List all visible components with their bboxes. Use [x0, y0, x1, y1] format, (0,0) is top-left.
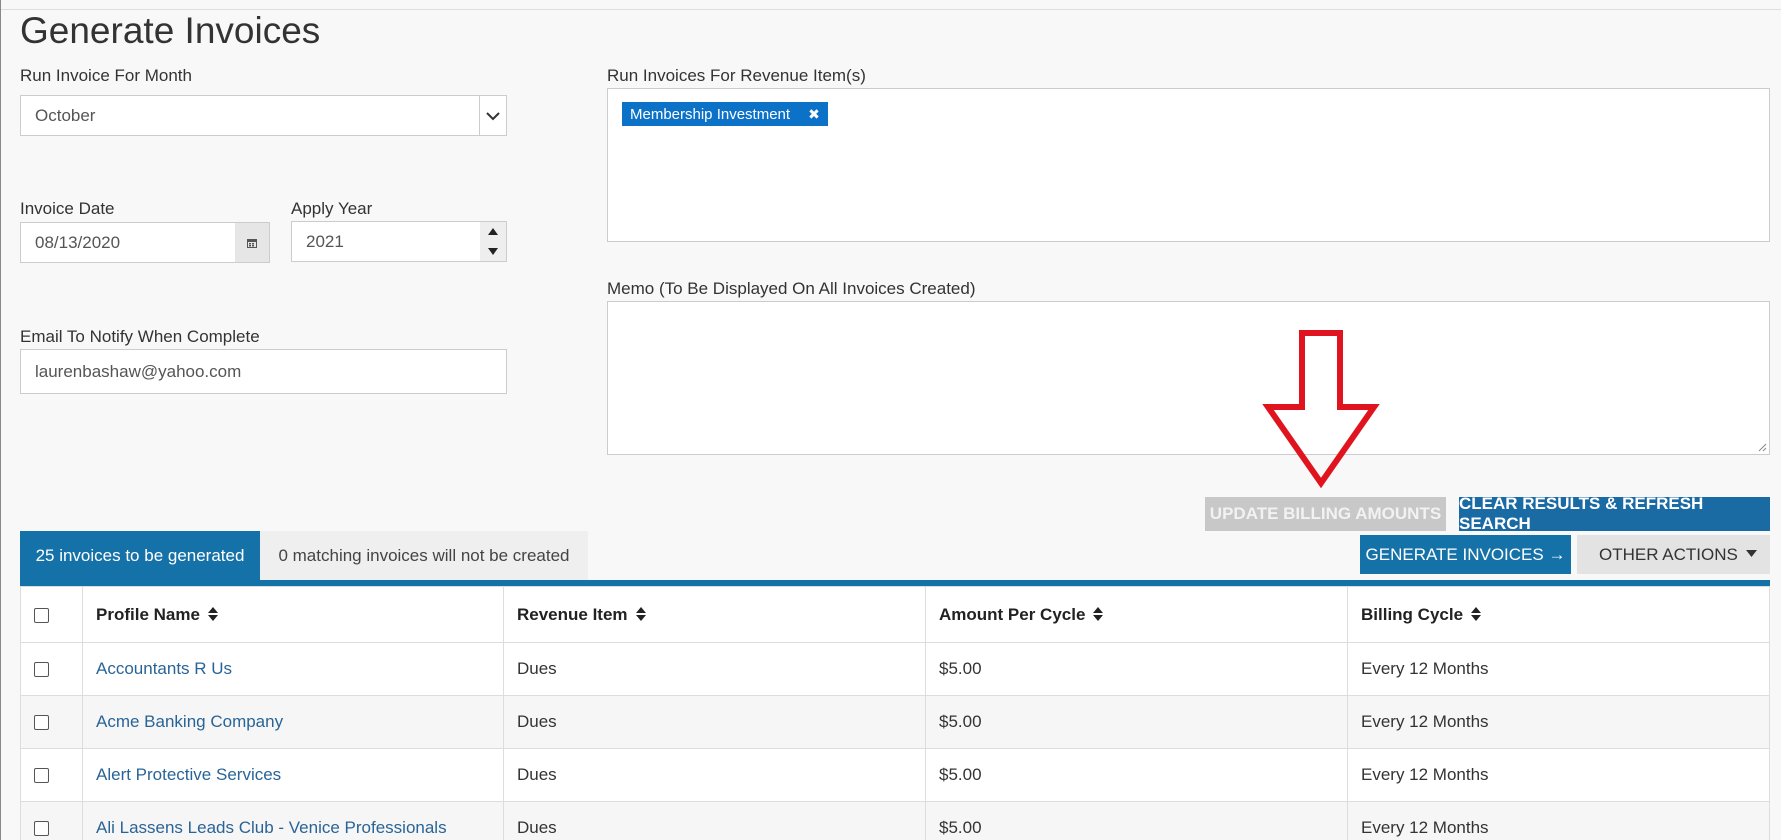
column-label: Billing Cycle — [1361, 604, 1464, 624]
revenue-cell: Dues — [503, 801, 926, 840]
profile-cell: Accountants R Us — [82, 642, 504, 696]
month-label: Run Invoice For Month — [20, 66, 192, 85]
table-row: Acme Banking Company Dues $5.00 Every 12… — [20, 695, 1770, 749]
amount-cell: $5.00 — [925, 695, 1348, 749]
sort-icon[interactable] — [207, 606, 218, 624]
tab-to-be-generated[interactable]: 25 invoices to be generated — [20, 531, 260, 581]
email-input[interactable]: laurenbashaw@yahoo.com — [20, 349, 507, 394]
profile-link[interactable]: Acme Banking Company — [96, 712, 283, 731]
invoice-date-label: Invoice Date — [20, 199, 115, 218]
revenue-items-field[interactable]: Membership Investment ✖ — [607, 88, 1770, 242]
select-all-cell — [20, 586, 83, 643]
generate-invoices-button[interactable]: GENERATE INVOICES → — [1360, 535, 1571, 574]
row-select-cell — [20, 748, 83, 802]
other-actions-button[interactable]: OTHER ACTIONS — [1577, 535, 1770, 574]
spinner-up-icon[interactable] — [488, 228, 498, 236]
month-value: October — [35, 105, 96, 125]
left-border — [0, 0, 1, 840]
table-row: Accountants R Us Dues $5.00 Every 12 Mon… — [20, 642, 1770, 696]
select-all-checkbox[interactable] — [34, 607, 49, 623]
chip-label: Membership Investment — [630, 105, 791, 123]
invoices-table: Profile Name Revenue Item Amount Per Cyc… — [20, 586, 1770, 840]
profile-cell: Alert Protective Services — [82, 748, 504, 802]
revenue-cell: Dues — [503, 642, 926, 696]
tab-not-created[interactable]: 0 matching invoices will not be created — [260, 531, 588, 581]
table-row: Alert Protective Services Dues $5.00 Eve… — [20, 748, 1770, 802]
caret-down-icon — [1746, 550, 1757, 557]
spinner-down-icon[interactable] — [488, 247, 498, 255]
cycle-cell: Every 12 Months — [1347, 642, 1770, 696]
other-actions-label: OTHER ACTIONS — [1599, 544, 1738, 564]
remove-icon[interactable]: ✖ — [808, 106, 820, 123]
column-label: Revenue Item — [517, 604, 628, 624]
profile-cell: Acme Banking Company — [82, 695, 504, 749]
column-header-cycle[interactable]: Billing Cycle — [1347, 586, 1770, 643]
column-header-profile[interactable]: Profile Name — [82, 586, 504, 643]
column-header-amount[interactable]: Amount Per Cycle — [925, 586, 1348, 643]
month-select[interactable]: October — [20, 95, 507, 136]
year-spinner[interactable] — [480, 222, 506, 261]
table-header-row: Profile Name Revenue Item Amount Per Cyc… — [20, 586, 1770, 643]
calendar-icon[interactable] — [235, 222, 270, 263]
cycle-cell: Every 12 Months — [1347, 801, 1770, 840]
amount-cell: $5.00 — [925, 748, 1348, 802]
column-label: Profile Name — [96, 604, 200, 624]
resize-handle-icon[interactable] — [1757, 442, 1767, 452]
revenue-item-chip: Membership Investment ✖ — [622, 102, 828, 126]
apply-year-value: 2021 — [306, 231, 344, 251]
email-label: Email To Notify When Complete — [20, 327, 260, 346]
row-checkbox[interactable] — [34, 821, 49, 837]
sort-icon[interactable] — [635, 606, 646, 624]
cycle-cell: Every 12 Months — [1347, 748, 1770, 802]
amount-cell: $5.00 — [925, 642, 1348, 696]
row-select-cell — [20, 695, 83, 749]
chevron-down-icon[interactable] — [479, 96, 506, 135]
revenue-cell: Dues — [503, 748, 926, 802]
row-select-cell — [20, 642, 83, 696]
row-checkbox[interactable] — [34, 662, 49, 678]
arrow-down-annotation — [1262, 330, 1380, 488]
email-value: laurenbashaw@yahoo.com — [35, 361, 242, 381]
column-header-revenue[interactable]: Revenue Item — [503, 586, 926, 643]
revenue-cell: Dues — [503, 695, 926, 749]
profile-link[interactable]: Accountants R Us — [96, 659, 232, 678]
update-billing-amounts-button[interactable]: UPDATE BILLING AMOUNTS — [1205, 497, 1446, 531]
invoice-date-value: 08/13/2020 — [35, 232, 121, 252]
memo-textarea[interactable] — [607, 301, 1770, 455]
row-checkbox[interactable] — [34, 715, 49, 731]
invoice-date-input[interactable]: 08/13/2020 — [20, 222, 236, 263]
profile-link[interactable]: Ali Lassens Leads Club - Venice Professi… — [96, 818, 447, 837]
sort-icon[interactable] — [1471, 606, 1482, 624]
apply-year-input[interactable]: 2021 — [291, 221, 507, 262]
memo-label: Memo (To Be Displayed On All Invoices Cr… — [607, 279, 976, 298]
top-border — [0, 0, 1781, 10]
row-checkbox[interactable] — [34, 768, 49, 784]
profile-cell: Ali Lassens Leads Club - Venice Professi… — [82, 801, 504, 840]
profile-link[interactable]: Alert Protective Services — [96, 765, 281, 784]
column-label: Amount Per Cycle — [939, 604, 1086, 624]
cycle-cell: Every 12 Months — [1347, 695, 1770, 749]
page-title: Generate Invoices — [20, 10, 321, 51]
revenue-items-label: Run Invoices For Revenue Item(s) — [607, 66, 866, 85]
row-select-cell — [20, 801, 83, 840]
amount-cell: $5.00 — [925, 801, 1348, 840]
sort-icon[interactable] — [1093, 606, 1104, 624]
clear-refresh-button[interactable]: CLEAR RESULTS & REFRESH SEARCH — [1459, 494, 1770, 533]
table-row: Ali Lassens Leads Club - Venice Professi… — [20, 801, 1770, 840]
apply-year-label: Apply Year — [291, 199, 373, 218]
